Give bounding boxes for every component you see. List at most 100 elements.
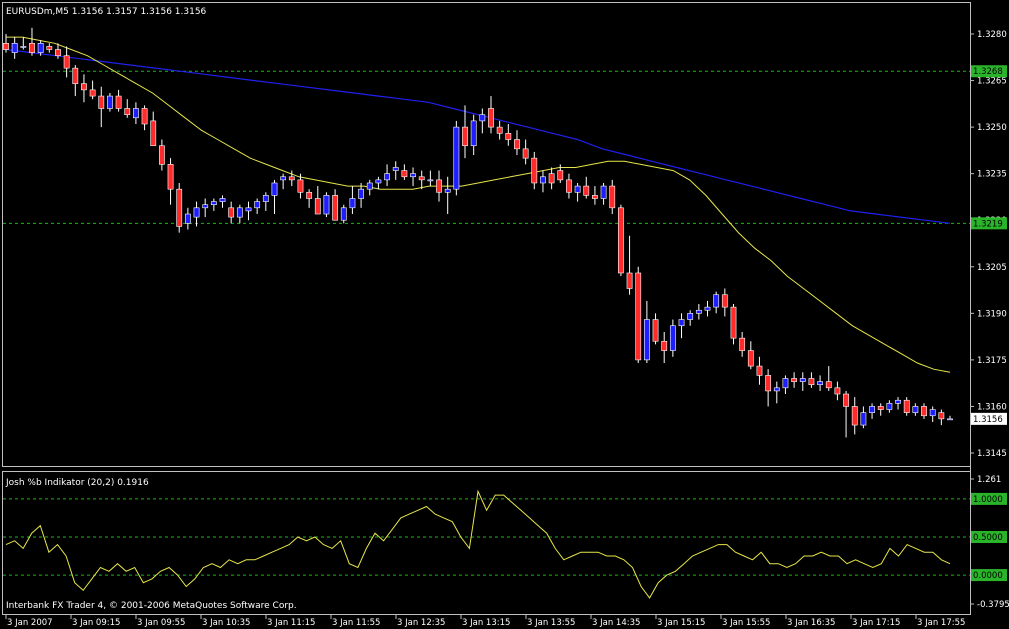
candle-body xyxy=(280,176,287,181)
candle-body xyxy=(721,294,728,308)
candle-body xyxy=(167,164,174,190)
candle xyxy=(574,182,581,202)
candle-body xyxy=(903,399,910,413)
candle-body xyxy=(652,319,659,342)
candle xyxy=(799,372,806,391)
candle xyxy=(851,397,858,435)
candle-body xyxy=(938,412,945,420)
candle-body xyxy=(297,179,304,193)
indicator-tick-label: 0.5000 xyxy=(973,533,1003,543)
candle xyxy=(107,92,113,112)
candle xyxy=(167,158,174,205)
candle-body xyxy=(600,185,607,199)
time-tick-label: 3 Jan 11:15 xyxy=(267,618,315,628)
price-tick-label: 1.3250 xyxy=(977,123,1007,133)
candle xyxy=(72,65,79,97)
time-tick-label: 3 Jan 13:55 xyxy=(527,618,575,628)
candle-body xyxy=(643,319,650,361)
candle-body xyxy=(704,306,711,311)
candle-body xyxy=(505,133,512,140)
candle-body xyxy=(834,387,841,395)
candle-body xyxy=(669,325,676,351)
time-tick-label: 3 Jan 10:35 xyxy=(202,618,250,628)
price-axis: 1.32801.32651.32501.32351.32201.32051.31… xyxy=(970,30,1007,459)
candle xyxy=(89,80,96,100)
indicator-tick-label: 1.261 xyxy=(977,475,1001,485)
candle-body xyxy=(115,95,122,109)
candle xyxy=(687,310,694,326)
candle-body xyxy=(765,375,772,392)
candle xyxy=(583,176,590,199)
candle-body xyxy=(271,182,278,196)
candle-body xyxy=(444,188,451,193)
chart-canvas[interactable]: 1.32801.32651.32501.32351.32201.32051.31… xyxy=(0,0,1009,629)
time-tick-label: 3 Jan 17:15 xyxy=(852,618,900,628)
candle xyxy=(626,235,633,295)
candle xyxy=(531,151,538,190)
current-price-label: 1.3156 xyxy=(973,415,1003,425)
candle-body xyxy=(773,387,780,392)
candle-body xyxy=(29,43,35,53)
candle xyxy=(63,46,70,78)
candle-body xyxy=(219,198,226,202)
candle xyxy=(436,170,442,202)
indicator-tick-label: 0.0000 xyxy=(973,571,1003,581)
candle xyxy=(548,167,555,190)
candle xyxy=(695,304,702,320)
indicator-tick-label: 1.0000 xyxy=(973,495,1003,505)
candle xyxy=(81,74,87,103)
candle xyxy=(488,96,494,134)
candle xyxy=(843,390,849,438)
candle-body xyxy=(11,43,18,53)
candle-body xyxy=(436,179,442,193)
candle xyxy=(453,120,460,196)
time-tick-label: 3 Jan 2007 xyxy=(7,618,53,628)
candle xyxy=(427,170,434,187)
candle-body xyxy=(921,406,927,417)
candle xyxy=(384,164,390,187)
candle xyxy=(669,319,676,357)
candle-body xyxy=(418,176,425,181)
candle-body xyxy=(410,173,416,178)
price-tick-label: 1.3235 xyxy=(977,170,1007,180)
candle xyxy=(860,406,867,429)
time-axis: 3 Jan 2007 3 Jan 09:15 3 Jan 09:55 3 Jan 10… xyxy=(5,615,965,628)
candle xyxy=(540,170,546,193)
candle xyxy=(29,27,35,56)
candle-body xyxy=(228,207,235,218)
candle xyxy=(713,291,720,314)
candle-body xyxy=(176,188,183,227)
candle-body xyxy=(912,406,919,413)
ma-slow-line xyxy=(5,48,951,224)
candle-body xyxy=(158,145,165,165)
candle-body xyxy=(107,95,113,109)
candle xyxy=(323,192,330,218)
candle-body xyxy=(869,406,875,413)
candle-body xyxy=(877,406,884,410)
candle-body xyxy=(592,195,598,199)
candle xyxy=(600,182,607,205)
candle-body xyxy=(141,108,148,125)
price-tick-label: 1.3145 xyxy=(977,449,1007,459)
candle-body xyxy=(678,319,685,327)
candle-body xyxy=(895,399,901,404)
time-tick-label: 3 Jan 15:55 xyxy=(722,618,770,628)
candle xyxy=(765,369,772,407)
candle xyxy=(522,139,529,165)
indicator-tick-label: -0.3795 xyxy=(977,600,1009,610)
candle-body xyxy=(81,83,87,91)
candle-body xyxy=(401,170,408,178)
candle xyxy=(739,331,746,357)
candle-body xyxy=(37,43,44,53)
candle xyxy=(609,179,616,215)
price-tick-label: 1.3265 xyxy=(977,77,1007,87)
candle xyxy=(124,99,131,118)
candle xyxy=(903,397,910,416)
main-chart-header: EURUSDm,M5 1.3156 1.3157 1.3156 1.3156 xyxy=(6,7,207,17)
candle-body xyxy=(202,204,209,209)
candle xyxy=(306,189,313,208)
candle-body xyxy=(358,188,364,199)
candle-body xyxy=(254,201,261,209)
candle xyxy=(245,201,252,221)
candle-body xyxy=(462,126,468,147)
